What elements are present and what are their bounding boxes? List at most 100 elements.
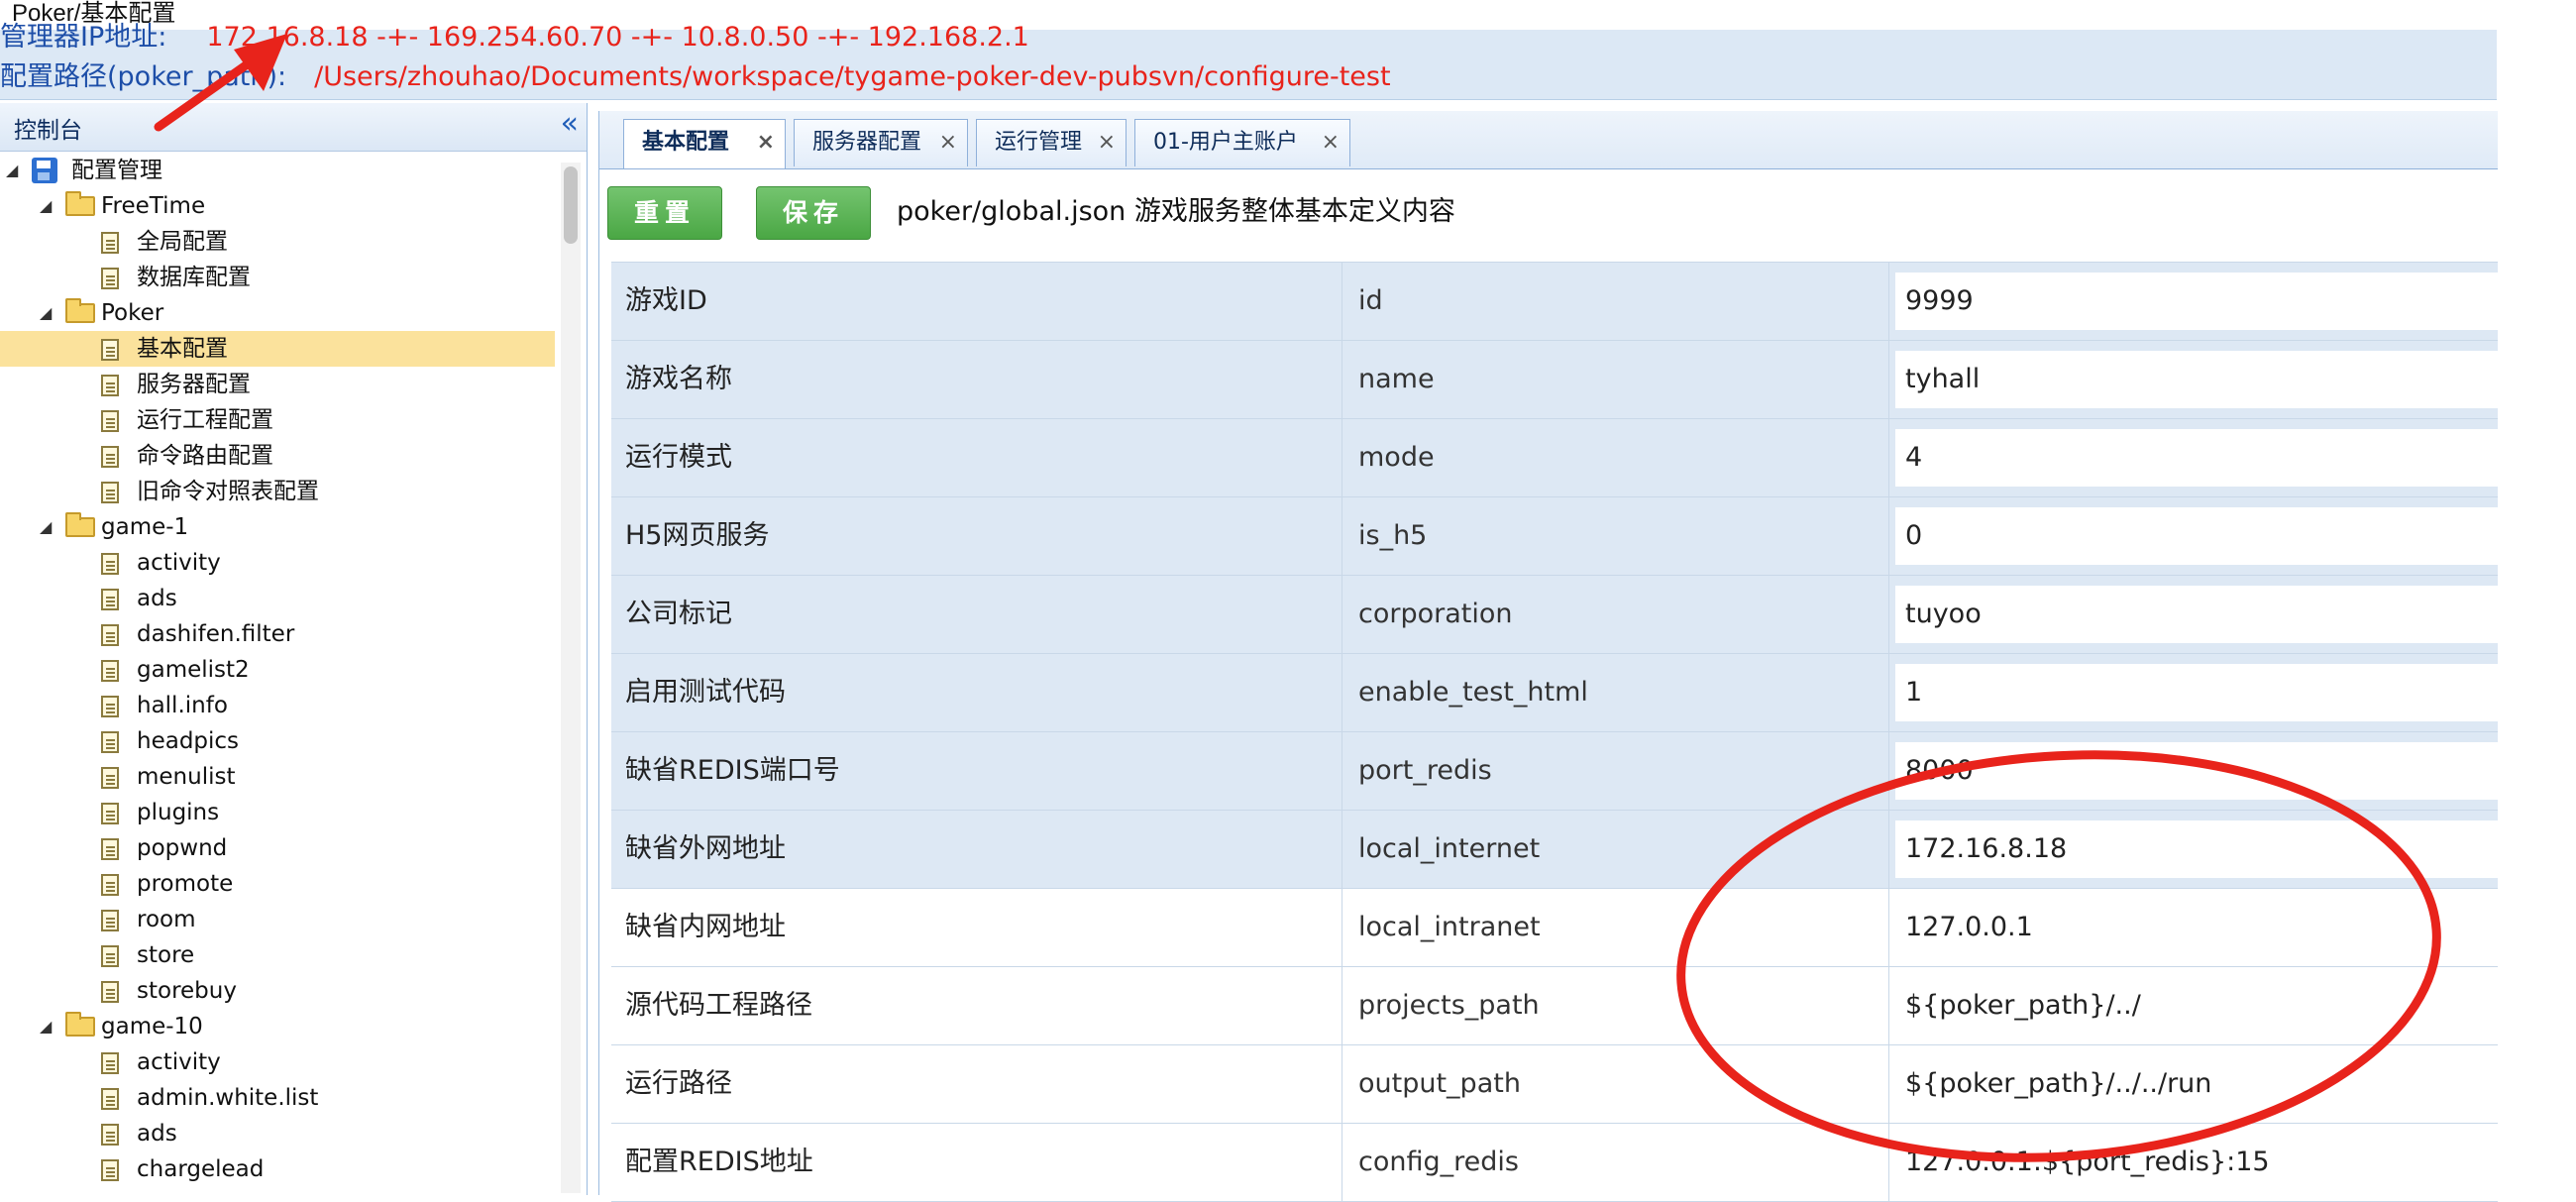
tree-node[interactable]: storebuy: [0, 973, 555, 1009]
file-icon: [101, 410, 119, 432]
tree-node[interactable]: ads: [0, 1116, 555, 1151]
tree-node[interactable]: 旧命令对照表配置: [0, 474, 555, 509]
save-button[interactable]: 保存: [756, 186, 871, 240]
file-icon: [101, 910, 119, 931]
tree-node[interactable]: admin.white.list: [0, 1080, 555, 1116]
tree-node[interactable]: ◢ game-1: [0, 509, 555, 545]
tree-scroll-thumb[interactable]: [564, 166, 578, 244]
tree-node[interactable]: ◢ FreeTime: [0, 188, 555, 224]
tree-node[interactable]: room: [0, 902, 555, 937]
config-value-field[interactable]: 9999: [1895, 273, 2498, 330]
tree-node-label: 运行工程配置: [137, 407, 273, 433]
config-value-cell[interactable]: ${poker_path}/../../run: [1889, 1045, 2498, 1123]
config-row: 游戏名称 name tyhall: [611, 341, 2498, 419]
tree-node[interactable]: 服务器配置: [0, 367, 555, 402]
tree-node-label: activity: [137, 1049, 221, 1075]
config-value-cell[interactable]: ${poker_path}/../: [1889, 967, 2498, 1044]
file-icon: [101, 981, 119, 1003]
tree-node[interactable]: ◢ 配置管理: [0, 153, 555, 188]
tab-user-account[interactable]: 01-用户主账户 ×: [1134, 119, 1350, 166]
reset-button[interactable]: 重置: [607, 186, 722, 240]
tree-node[interactable]: activity: [0, 1044, 555, 1080]
expand-toggle-icon[interactable]: ◢: [40, 295, 52, 331]
expand-toggle-icon[interactable]: ◢: [40, 1009, 52, 1044]
config-description-cell: 公司标记: [611, 576, 1342, 653]
tree-node[interactable]: 全局配置: [0, 224, 555, 260]
tab-run-management[interactable]: 运行管理 ×: [976, 119, 1127, 166]
double-chevron-left-icon[interactable]: «: [561, 107, 579, 141]
close-icon[interactable]: ×: [757, 120, 775, 165]
config-value-field[interactable]: tuyoo: [1895, 586, 2498, 643]
config-value-field[interactable]: ${poker_path}/../../run: [1895, 1055, 2498, 1113]
config-key-cell: id: [1342, 263, 1889, 340]
config-value-cell[interactable]: 172.16.8.18: [1889, 811, 2498, 888]
config-key-cell: projects_path: [1342, 967, 1889, 1044]
config-description-cell: 游戏ID: [611, 263, 1342, 340]
config-toolbar: 重置 保存 poker/global.json 游戏服务整体基本定义内容: [607, 178, 2490, 248]
tree-scrollbar[interactable]: [561, 163, 581, 1193]
config-value-cell[interactable]: 9999: [1889, 263, 2498, 340]
tree-node[interactable]: 运行工程配置: [0, 402, 555, 438]
content-panel: 基本配置 × 服务器配置 × 运行管理 × 01-用户主账户 × 重置 保存 p…: [598, 111, 2498, 1202]
config-value-field[interactable]: 4: [1895, 429, 2498, 487]
config-value-cell[interactable]: 4: [1889, 419, 2498, 496]
close-icon[interactable]: ×: [1098, 120, 1116, 165]
tree-node-label: storebuy: [137, 978, 237, 1004]
config-value-field[interactable]: 8000: [1895, 742, 2498, 800]
config-key-cell: port_redis: [1342, 732, 1889, 810]
config-value-cell[interactable]: 0: [1889, 497, 2498, 575]
config-description-cell: 缺省外网地址: [611, 811, 1342, 888]
config-value-cell[interactable]: 1: [1889, 654, 2498, 731]
tree-node-label: popwnd: [137, 835, 228, 861]
tree-node[interactable]: 基本配置: [0, 331, 555, 367]
tree-node[interactable]: store: [0, 937, 555, 973]
config-value-field[interactable]: 127.0.0.1:${port_redis}:15: [1895, 1134, 2498, 1191]
config-description-cell: 运行模式: [611, 419, 1342, 496]
close-icon[interactable]: ×: [939, 120, 957, 165]
config-value-cell[interactable]: 127.0.0.1:${port_redis}:15: [1889, 1124, 2498, 1201]
expand-toggle-icon[interactable]: ◢: [40, 509, 52, 545]
config-value-field[interactable]: tyhall: [1895, 351, 2498, 408]
tab-label: 运行管理: [995, 130, 1083, 155]
tree-node[interactable]: popwnd: [0, 830, 555, 866]
tree-node[interactable]: 数据库配置: [0, 260, 555, 295]
tree-node[interactable]: 命令路由配置: [0, 438, 555, 474]
folder-icon: [65, 1012, 95, 1037]
expand-toggle-icon[interactable]: ◢: [40, 188, 52, 224]
tree-node[interactable]: menulist: [0, 759, 555, 795]
file-icon: [101, 1052, 119, 1074]
tree-node[interactable]: activity: [0, 545, 555, 581]
tab-basic-config[interactable]: 基本配置 ×: [623, 119, 786, 168]
config-value-field[interactable]: 127.0.0.1: [1895, 899, 2498, 956]
tree-node[interactable]: dashifen.filter: [0, 616, 555, 652]
config-value-cell[interactable]: tuyoo: [1889, 576, 2498, 653]
file-icon: [101, 589, 119, 610]
tree-node-label: 命令路由配置: [137, 443, 273, 469]
config-value-cell[interactable]: 127.0.0.1: [1889, 889, 2498, 966]
ip-label: 管理器IP地址:: [0, 22, 167, 53]
config-value-cell[interactable]: tyhall: [1889, 341, 2498, 418]
config-value-field[interactable]: 172.16.8.18: [1895, 820, 2498, 878]
tree-node[interactable]: ads: [0, 581, 555, 616]
config-value-field[interactable]: 0: [1895, 507, 2498, 565]
tree-node[interactable]: gamelist2: [0, 652, 555, 688]
close-icon[interactable]: ×: [1322, 120, 1340, 165]
config-description-cell: 缺省内网地址: [611, 889, 1342, 966]
file-icon: [101, 375, 119, 396]
config-value-cell[interactable]: 8000: [1889, 732, 2498, 810]
file-icon: [101, 803, 119, 824]
tree-node[interactable]: ◢ Poker: [0, 295, 555, 331]
tree-node[interactable]: hall.info: [0, 688, 555, 723]
tree-node[interactable]: ◢ game-10: [0, 1009, 555, 1044]
file-icon: [101, 553, 119, 575]
tab-server-config[interactable]: 服务器配置 ×: [794, 119, 968, 166]
config-value-field[interactable]: 1: [1895, 664, 2498, 721]
ip-value: 172.16.8.18 -+- 169.254.60.70 -+- 10.8.0…: [206, 22, 1029, 53]
tree-node[interactable]: headpics: [0, 723, 555, 759]
tree-node[interactable]: promote: [0, 866, 555, 902]
tree-node-label: room: [137, 907, 196, 932]
expand-toggle-icon[interactable]: ◢: [6, 153, 18, 188]
config-value-field[interactable]: ${poker_path}/../: [1895, 977, 2498, 1035]
tree-node[interactable]: chargelead: [0, 1151, 555, 1187]
tree-node[interactable]: plugins: [0, 795, 555, 830]
